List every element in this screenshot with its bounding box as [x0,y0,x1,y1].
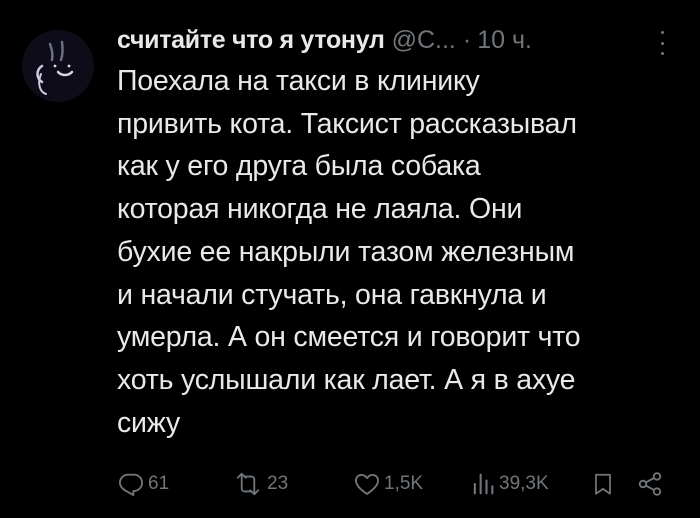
reply-icon [118,473,144,497]
share-button[interactable] [636,466,664,502]
tweet-text-line: сижу [117,406,181,439]
tweet-text-line: привить кота. Таксист рассказывал [117,107,577,140]
reply-count: 61 [148,473,170,494]
avatar[interactable] [22,30,94,102]
tweet-text-line: умерла. А он смеется и говорит что [117,321,581,354]
timestamp[interactable]: 10 ч. [477,23,532,57]
avatar-image [22,30,94,102]
author-handle[interactable]: @С... [392,23,456,57]
author-name[interactable]: считайте что я утонул [117,23,385,57]
tweet-text-line: Поехала на такси в клинику [117,65,480,97]
views-count: 39,3K [499,473,549,494]
like-button[interactable]: 1,5K [353,466,423,502]
separator-dot: · [462,26,472,54]
action-bar: 61 23 1,5K 39,3K [0,466,700,506]
bookmark-button[interactable] [590,466,616,502]
bookmark-icon [595,473,611,495]
tweet-text-line: как у его друга была собака [117,150,481,183]
tweet-text-line: которая никогда не лаяла. Они [117,193,523,226]
tweet-text-line: и начали стучать, она гавкнула и [117,278,547,311]
reply-button[interactable]: 61 [117,466,169,502]
tweet-text: Поехала на такси в клинику привить кота.… [117,60,687,444]
views-button[interactable]: 39,3K [470,466,549,502]
retweet-count: 23 [267,473,289,494]
share-icon [638,472,662,496]
retweet-icon [236,472,260,496]
retweet-button[interactable]: 23 [232,466,288,502]
more-options-icon[interactable] [654,31,670,55]
tweet-header: считайте что я утонул @С... · 10 ч. [117,22,532,58]
like-count: 1,5K [384,473,424,494]
heart-icon [354,473,380,495]
tweet[interactable]: считайте что я утонул @С... · 10 ч. Поех… [0,0,700,518]
tweet-text-line: хоть услышали как лает. А я в ахуе [117,363,576,396]
tweet-text-line: бухие ее накрыли тазом железным [117,235,575,268]
bar-chart-icon [473,473,494,495]
